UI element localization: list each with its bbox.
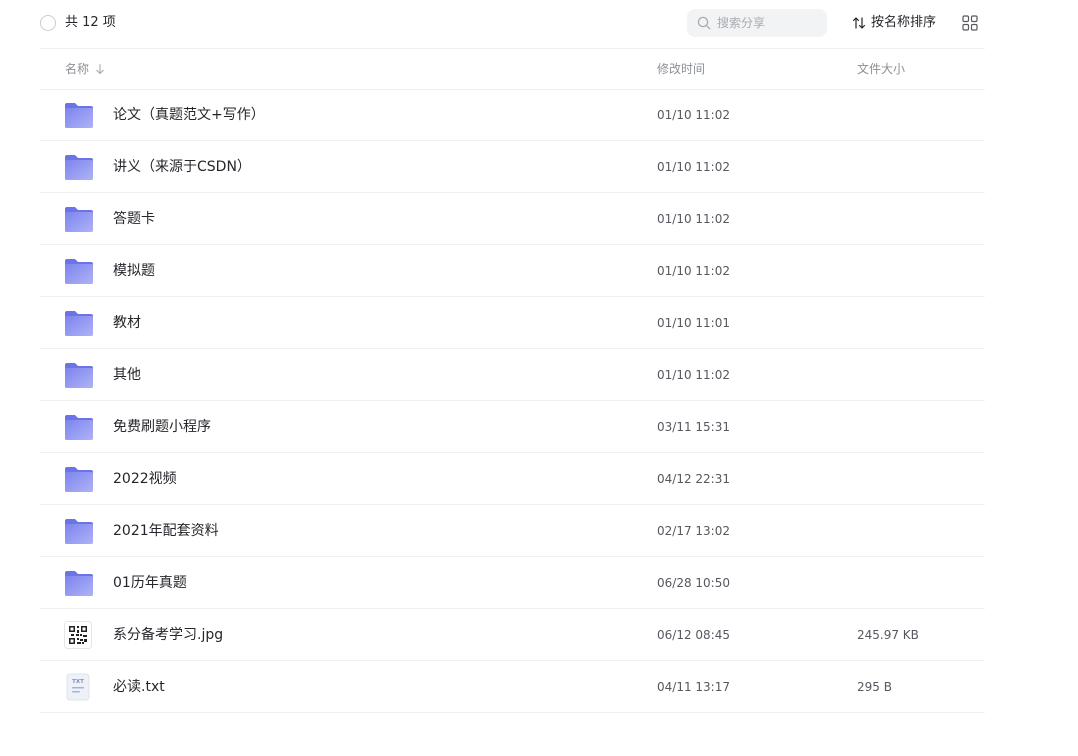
- folder-icon: [64, 257, 94, 285]
- file-name[interactable]: 讲义（来源于CSDN）: [113, 158, 251, 177]
- column-header-size[interactable]: 文件大小: [857, 61, 905, 77]
- file-modified-time: 06/12 08:45: [657, 628, 730, 642]
- folder-icon: [64, 569, 94, 597]
- search-input[interactable]: [717, 9, 821, 37]
- file-row[interactable]: 其他 01/10 11:02: [40, 349, 985, 401]
- file-name[interactable]: 论文（真题范文+写作）: [113, 106, 265, 125]
- toolbar: 共 12 项 按名称排序: [40, 0, 985, 49]
- sort-down-icon: [96, 63, 104, 75]
- file-row[interactable]: 免费刷题小程序 03/11 15:31: [40, 401, 985, 453]
- column-name-label: 名称: [65, 62, 90, 76]
- file-modified-time: 04/12 22:31: [657, 472, 730, 486]
- folder-icon: [64, 101, 94, 129]
- search-icon: [697, 16, 711, 30]
- sort-arrows-icon: [852, 17, 866, 29]
- grid-view-icon: [962, 15, 978, 31]
- file-name[interactable]: 模拟题: [113, 262, 155, 281]
- file-modified-time: 02/17 13:02: [657, 524, 730, 538]
- file-name[interactable]: 2022视频: [113, 470, 177, 489]
- list-header: 名称 修改时间 文件大小: [40, 49, 985, 90]
- file-list: 论文（真题范文+写作） 01/10 11:02 讲义（来源于CSDN） 01/10 …: [40, 89, 985, 713]
- file-name[interactable]: 免费刷题小程序: [113, 418, 211, 437]
- file-modified-time: 01/10 11:02: [657, 264, 730, 278]
- folder-icon: [64, 413, 94, 441]
- file-modified-time: 01/10 11:02: [657, 160, 730, 174]
- file-row[interactable]: 答题卡 01/10 11:02: [40, 193, 985, 245]
- file-name[interactable]: 答题卡: [113, 210, 155, 229]
- file-row[interactable]: TXT 必读.txt 04/11 13:17 295 B: [40, 661, 985, 713]
- file-row[interactable]: 2021年配套资料 02/17 13:02: [40, 505, 985, 557]
- sort-by-name-button[interactable]: 按名称排序: [852, 14, 936, 32]
- file-modified-time: 03/11 15:31: [657, 420, 730, 434]
- folder-icon: [64, 361, 94, 389]
- file-modified-time: 01/10 11:01: [657, 316, 730, 330]
- file-row[interactable]: 教材 01/10 11:01: [40, 297, 985, 349]
- file-type-label: TXT: [72, 679, 84, 685]
- search-box[interactable]: [687, 9, 827, 37]
- folder-icon: [64, 309, 94, 337]
- sort-label: 按名称排序: [871, 15, 937, 30]
- column-header-name[interactable]: 名称: [65, 61, 105, 77]
- folder-icon: [64, 465, 94, 493]
- folder-icon: [64, 205, 94, 233]
- file-size: 245.97 KB: [857, 628, 919, 642]
- file-row[interactable]: 模拟题 01/10 11:02: [40, 245, 985, 297]
- grid-view-button[interactable]: [962, 15, 978, 31]
- file-row[interactable]: 讲义（来源于CSDN） 01/10 11:02: [40, 141, 985, 193]
- file-row[interactable]: 2022视频 04/12 22:31: [40, 453, 985, 505]
- file-modified-time: 01/10 11:02: [657, 212, 730, 226]
- file-name[interactable]: 必读.txt: [113, 678, 165, 697]
- item-count: 共 12 项: [65, 15, 116, 30]
- file-row[interactable]: 论文（真题范文+写作） 01/10 11:02: [40, 89, 985, 141]
- folder-icon: [64, 517, 94, 545]
- file-size: 295 B: [857, 680, 892, 694]
- file-name[interactable]: 系分备考学习.jpg: [113, 626, 223, 645]
- file-modified-time: 06/28 10:50: [657, 576, 730, 590]
- file-row[interactable]: 系分备考学习.jpg 06/12 08:45 245.97 KB: [40, 609, 985, 661]
- file-modified-time: 01/10 11:02: [657, 108, 730, 122]
- folder-icon: [64, 153, 94, 181]
- file-row[interactable]: 01历年真题 06/28 10:50: [40, 557, 985, 609]
- file-name[interactable]: 2021年配套资料: [113, 522, 219, 541]
- file-modified-time: 04/11 13:17: [657, 680, 730, 694]
- file-name[interactable]: 01历年真题: [113, 574, 187, 593]
- image-file-icon: [64, 621, 94, 649]
- txt-file-icon: TXT: [64, 673, 94, 701]
- file-name[interactable]: 其他: [113, 366, 141, 385]
- select-all-checkbox[interactable]: [40, 15, 56, 31]
- file-name[interactable]: 教材: [113, 314, 141, 333]
- file-modified-time: 01/10 11:02: [657, 368, 730, 382]
- column-header-modified[interactable]: 修改时间: [657, 61, 705, 77]
